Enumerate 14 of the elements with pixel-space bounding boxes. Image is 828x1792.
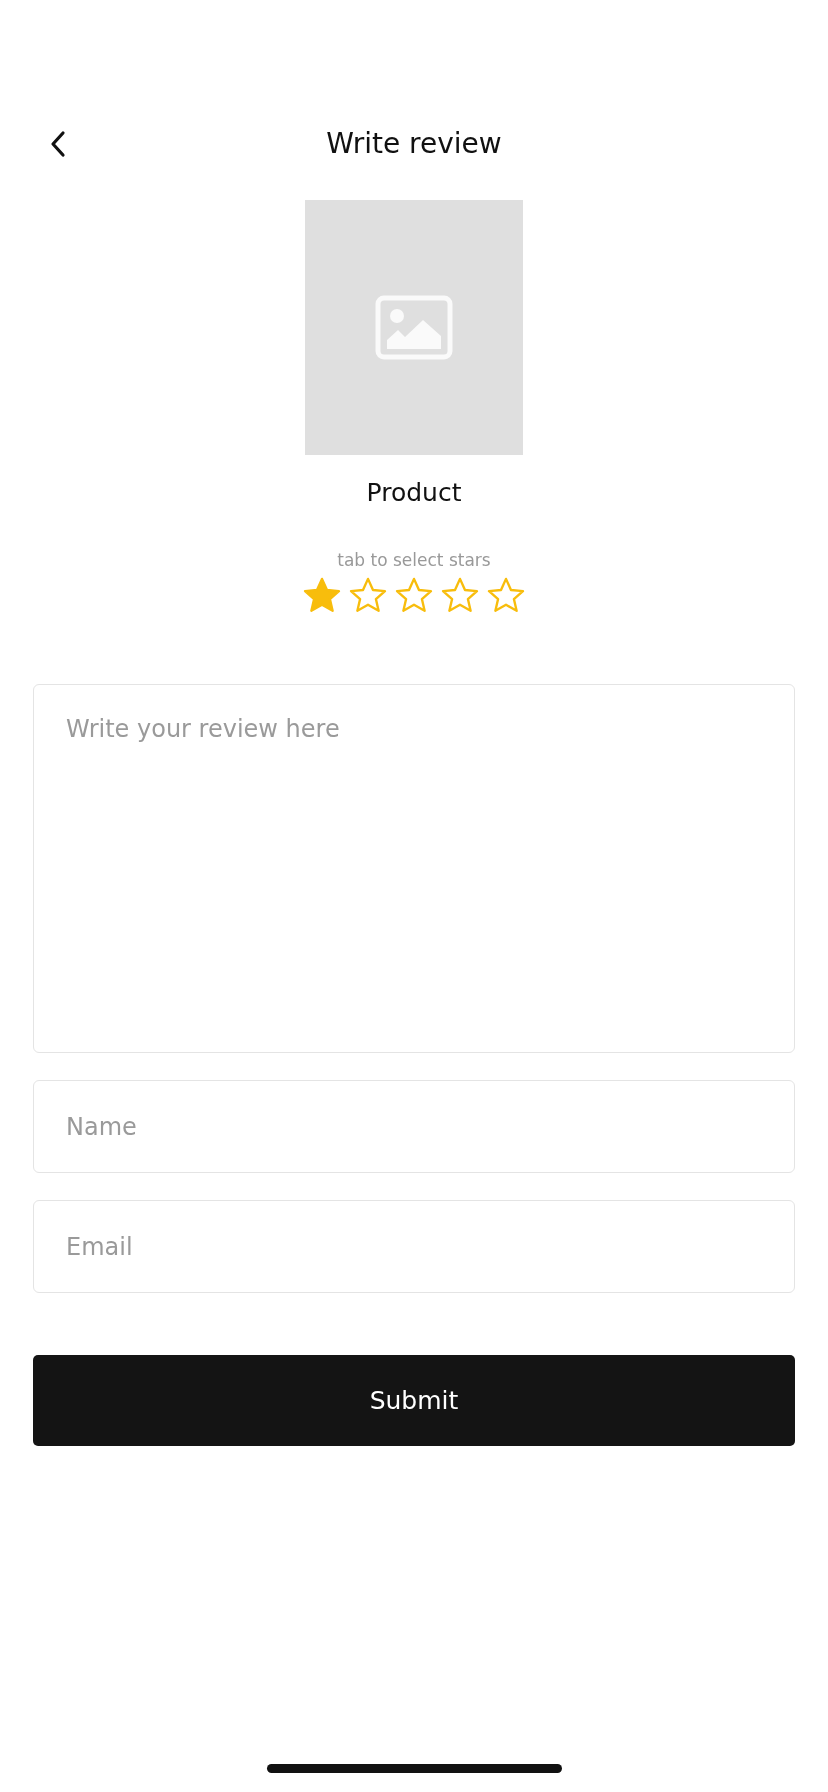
star-icon[interactable] (395, 577, 433, 613)
review-field[interactable]: Write your review here (33, 684, 795, 1053)
star-icon[interactable] (487, 577, 525, 613)
image-icon (375, 295, 453, 360)
product-name: Product (366, 477, 462, 509)
submit-button[interactable]: Submit (33, 1355, 795, 1446)
chevron-left-icon (50, 130, 66, 158)
input-field[interactable]: Email (33, 1200, 795, 1293)
star-icon[interactable] (441, 577, 479, 613)
star-icon[interactable] (349, 577, 387, 613)
input-field[interactable]: Name (33, 1080, 795, 1173)
star-icon[interactable] (303, 577, 341, 613)
rating-hint: tab to select stars (337, 549, 491, 571)
page-title: Write review (326, 126, 502, 162)
